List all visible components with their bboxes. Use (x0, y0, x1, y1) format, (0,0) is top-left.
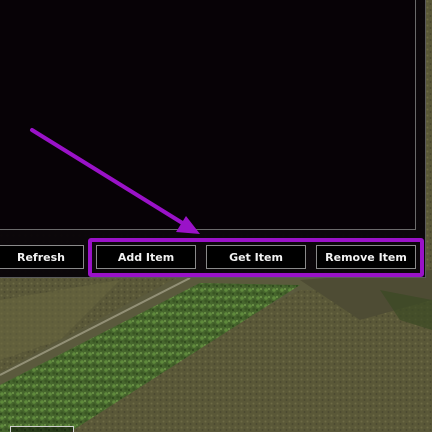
remove-item-button[interactable]: Remove Item (316, 245, 416, 269)
inventory-panel (0, 0, 426, 278)
item-list-area[interactable] (0, 0, 416, 230)
get-item-button[interactable]: Get Item (206, 245, 306, 269)
hud-frame (10, 426, 74, 432)
add-item-button[interactable]: Add Item (96, 245, 196, 269)
refresh-button[interactable]: Refresh (0, 245, 84, 269)
game-scene: Refresh Add Item Get Item Remove Item (0, 0, 432, 432)
